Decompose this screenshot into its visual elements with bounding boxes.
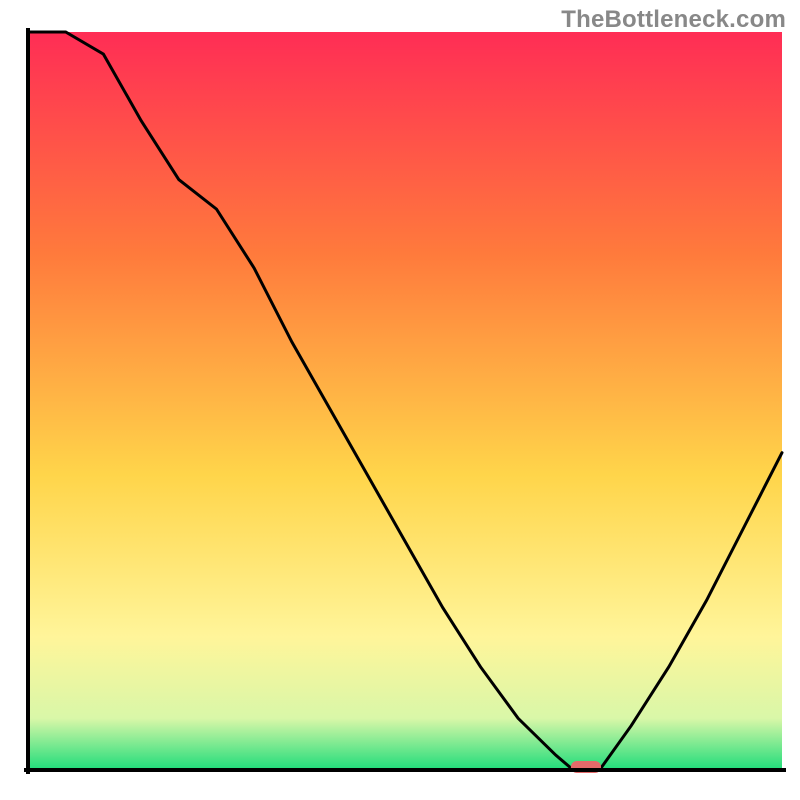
gradient-background: [28, 32, 782, 770]
watermark-label: TheBottleneck.com: [561, 6, 786, 34]
bottleneck-chart: TheBottleneck.com: [0, 0, 800, 800]
plot-area: [0, 0, 800, 800]
